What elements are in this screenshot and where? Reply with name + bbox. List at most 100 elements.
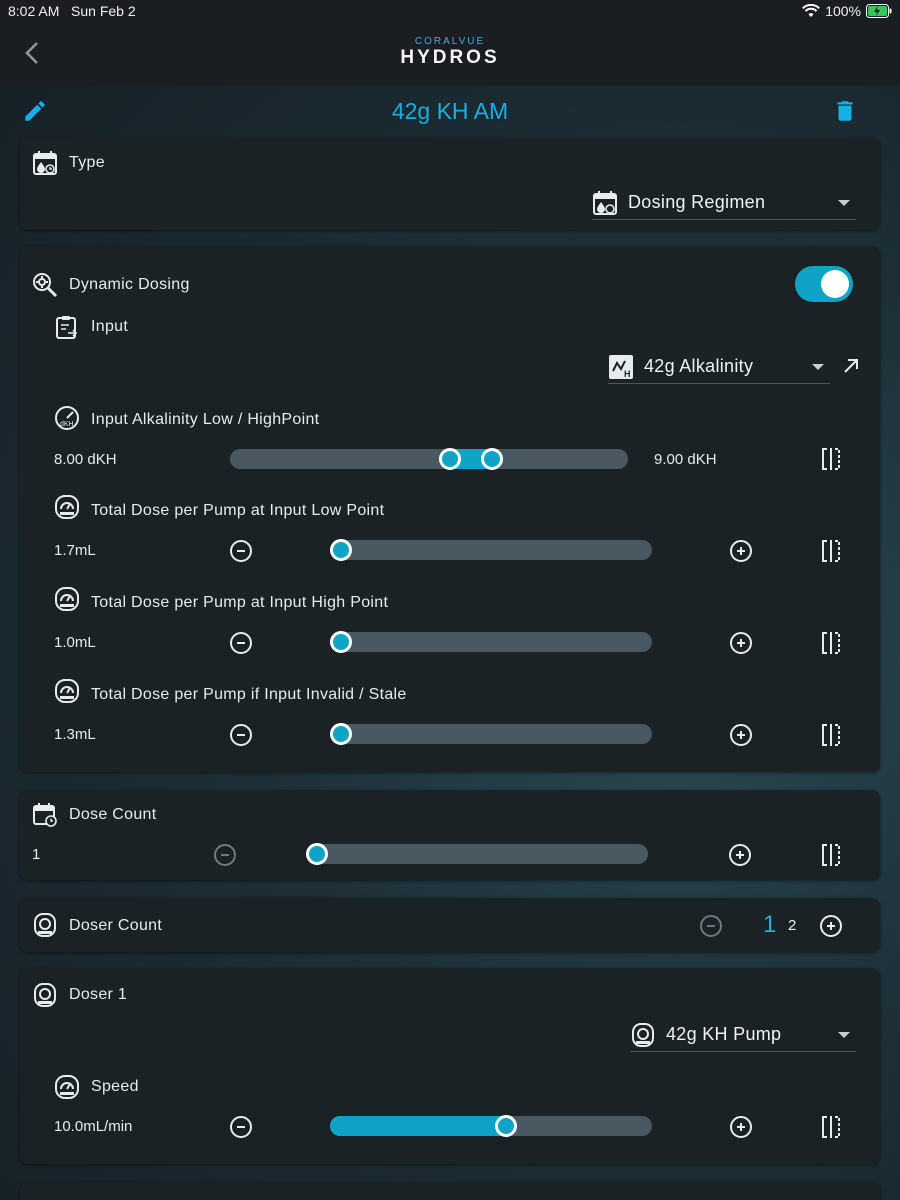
dose-row-slider[interactable] (330, 539, 652, 561)
split-adjust-icon[interactable] (820, 1114, 842, 1140)
minus-circle-icon (237, 734, 245, 736)
clipboard-input-icon (56, 316, 78, 339)
speed-value: 10.0mL/min (54, 1118, 133, 1135)
range-label: Input Alkalinity Low / HighPoint (91, 411, 320, 428)
dynamic-dosing-label: Dynamic Dosing (69, 276, 190, 293)
page-title: 42g KH AM (391, 98, 509, 124)
input-label: Input (91, 318, 129, 335)
dose-count-increment-button[interactable] (729, 844, 751, 866)
input-dropdown[interactable]: H 42g Alkalinity (608, 350, 830, 384)
dose-row-thumb[interactable] (330, 723, 352, 745)
gauge-icon (55, 679, 79, 703)
status-right: 100% (802, 3, 892, 19)
split-adjust-icon (822, 540, 840, 562)
calendar-dosing-icon (33, 151, 57, 175)
dose-row-increment-button[interactable] (730, 540, 752, 562)
split-adjust-icon[interactable] (820, 842, 842, 868)
battery-percent: 100% (825, 3, 861, 19)
dose-row-increment-button[interactable] (730, 724, 752, 746)
external-link-icon[interactable] (841, 356, 861, 376)
dose-count-slider[interactable] (306, 843, 648, 865)
range-thumb-low[interactable] (439, 448, 462, 470)
dose-row-value: 1.7mL (54, 542, 96, 559)
doser-count-increment-button[interactable] (820, 915, 842, 937)
dose-row-slider[interactable] (330, 723, 652, 745)
speed-thumb[interactable] (495, 1115, 517, 1137)
dose-row-split-button[interactable] (820, 538, 842, 569)
hydros-logo: CORALVUE HYDROS (0, 36, 900, 69)
plus-circle-icon (736, 851, 744, 859)
doser-count-option[interactable]: 2 (788, 917, 796, 934)
plus-circle-icon (827, 922, 835, 930)
delete-button[interactable] (832, 98, 858, 129)
minus-circle-icon (221, 854, 229, 856)
dose-count-value: 1 (32, 846, 41, 863)
svg-text:H: H (624, 369, 631, 379)
dose-count-card: Dose Count 1 (20, 790, 880, 880)
dynamic-dosing-toggle[interactable] (795, 266, 853, 302)
svg-text:dKH: dKH (60, 421, 74, 428)
gauge-icon (55, 1075, 79, 1099)
range-slider[interactable] (230, 448, 628, 470)
chevron-down-icon (838, 199, 850, 206)
nav-bar: CORALVUE HYDROS (0, 24, 900, 86)
next-card (20, 1182, 880, 1200)
dose-row-thumb[interactable] (330, 539, 352, 561)
dose-row-slider[interactable] (330, 631, 652, 653)
dose-row-thumb[interactable] (330, 631, 352, 653)
split-adjust-icon[interactable] (820, 446, 842, 472)
type-dropdown[interactable]: Dosing Regimen (592, 186, 856, 220)
speed-increment-button[interactable] (730, 1116, 752, 1138)
dose-row-decrement-button[interactable] (230, 632, 252, 654)
search-gear-icon (33, 273, 58, 298)
dose-row-icon (54, 586, 80, 617)
dose-row-split-button[interactable] (820, 722, 842, 753)
speed-label: Speed (91, 1078, 139, 1095)
range-high-value: 9.00 dKH (654, 451, 717, 468)
dkh-gauge-icon: dKH (55, 406, 79, 430)
dose-row-decrement-button[interactable] (230, 724, 252, 746)
dose-count-decrement-button[interactable] (214, 844, 236, 866)
speed-slider[interactable] (330, 1115, 652, 1137)
plus-circle-icon (737, 547, 745, 555)
dose-row-icon (54, 678, 80, 709)
status-time: 8:02 AM Sun Feb 2 (8, 3, 136, 19)
kh-probe-icon: H (609, 354, 633, 379)
type-label: Type (69, 154, 105, 171)
doser-count-decrement-button[interactable] (700, 915, 722, 937)
dose-row-icon (54, 494, 80, 525)
trash-icon (837, 101, 853, 121)
doser-1-pump-dropdown[interactable]: 42g KH Pump (630, 1018, 856, 1052)
plus-circle-icon (737, 639, 745, 647)
minus-circle-icon (237, 1126, 245, 1128)
dose-row-split-button[interactable] (820, 630, 842, 661)
doser-1-pump-value: 42g KH Pump (666, 1024, 782, 1044)
gauge-icon (55, 587, 79, 611)
doser-count-label: Doser Count (69, 917, 163, 934)
doser-count-selected[interactable]: 1 (763, 911, 776, 939)
range-thumb-high[interactable] (480, 448, 503, 470)
split-adjust-icon (822, 632, 840, 654)
status-bar: 8:02 AM Sun Feb 2 100% (0, 0, 900, 24)
dose-count-thumb[interactable] (306, 843, 328, 865)
logo-brand: CORALVUE (414, 36, 486, 47)
plus-circle-icon (737, 731, 745, 739)
doser-1-label: Doser 1 (69, 986, 128, 1003)
plus-circle-icon (737, 1123, 745, 1131)
chevron-down-icon (812, 363, 824, 370)
type-card: Type Dosing Regimen (20, 138, 880, 230)
input-value: 42g Alkalinity (644, 356, 754, 376)
minus-circle-icon (237, 642, 245, 644)
battery-charging-icon (866, 4, 892, 18)
dose-count-label: Dose Count (69, 806, 157, 823)
toggle-knob (821, 270, 849, 298)
dose-row-increment-button[interactable] (730, 632, 752, 654)
pump-icon (34, 983, 56, 1007)
minus-circle-icon (237, 550, 245, 552)
type-value: Dosing Regimen (628, 192, 766, 212)
dynamic-dosing-card: Dynamic Dosing Input H 42g Alkalinity dK… (20, 246, 880, 772)
dose-row-decrement-button[interactable] (230, 540, 252, 562)
wifi-icon (802, 4, 821, 17)
pump-icon (34, 913, 56, 937)
speed-decrement-button[interactable] (230, 1116, 252, 1138)
